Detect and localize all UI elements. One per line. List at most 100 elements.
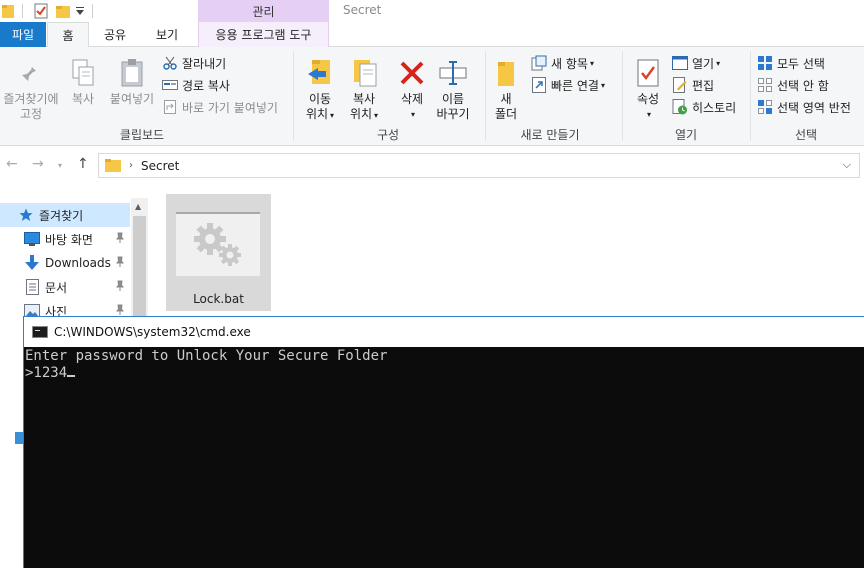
- navigation-bar: ← → ▾ ↑ › Secret ⌵: [0, 147, 864, 183]
- new-folder-quick-icon[interactable]: [56, 2, 70, 20]
- chevron-down-icon: ▾: [646, 110, 651, 119]
- paste-button[interactable]: 붙여넣기: [104, 57, 160, 107]
- delete-x-icon: [397, 57, 427, 89]
- move-to-button[interactable]: 이동 위치 ▾: [300, 57, 340, 123]
- move-to-label-line1: 이동: [308, 92, 332, 106]
- pin-label-line2: 고정: [19, 107, 43, 121]
- new-folder-label-line2: 폴더: [494, 107, 518, 121]
- breadcrumb-separator-icon: ›: [129, 160, 133, 171]
- console-line: Enter password to Unlock Your Secure Fol…: [25, 348, 388, 364]
- new-item-icon: [531, 55, 547, 71]
- new-item-button[interactable]: 새 항목 ▾: [531, 53, 594, 73]
- console-output[interactable]: Enter password to Unlock Your Secure Fol…: [24, 347, 864, 568]
- cmd-title-bar[interactable]: C:\WINDOWS\system32\cmd.exe: [24, 317, 864, 347]
- new-item-label: 새 항목: [551, 56, 588, 71]
- organize-group-label: 구성: [376, 128, 400, 142]
- group-divider: [750, 51, 751, 141]
- delete-button[interactable]: 삭제 ▾: [394, 57, 430, 122]
- new-group-label: 새로 만들기: [520, 128, 580, 142]
- pin-icon[interactable]: [114, 280, 126, 292]
- new-folder-icon: [491, 57, 521, 89]
- invert-selection-label: 선택 영역 반전: [777, 100, 851, 115]
- manage-context-header: 관리: [198, 0, 329, 22]
- clipboard-group-label: 클립보드: [119, 128, 165, 142]
- edit-label: 편집: [692, 78, 715, 93]
- copy-path-icon: [162, 77, 178, 93]
- pin-to-quick-access-button[interactable]: 즐겨찾기에 고정: [0, 57, 62, 122]
- select-group-label: 선택: [794, 128, 818, 142]
- text-cursor: [67, 375, 76, 377]
- invert-selection-icon: [757, 99, 773, 115]
- rename-button[interactable]: 이름 바꾸기: [433, 57, 473, 122]
- copy-to-button[interactable]: 복사 위치 ▾: [344, 57, 384, 123]
- scissors-icon: [162, 55, 178, 71]
- cut-label: 잘라내기: [182, 56, 227, 71]
- edit-button[interactable]: 편집: [672, 75, 714, 95]
- select-none-button[interactable]: 선택 안 함: [757, 75, 829, 95]
- new-folder-label-line1: 새: [500, 92, 512, 106]
- pin-icon[interactable]: [114, 232, 126, 244]
- paste-shortcut-icon: [162, 99, 178, 115]
- group-divider: [293, 51, 294, 141]
- file-name: Lock.bat: [193, 292, 244, 306]
- cmd-window-title: C:\WINDOWS\system32\cmd.exe: [54, 325, 251, 339]
- copy-path-button[interactable]: 경로 복사: [162, 75, 230, 95]
- tab-share[interactable]: 공유: [92, 22, 138, 47]
- chevron-down-icon: ▾: [410, 110, 415, 119]
- rename-label-line1: 이름: [441, 92, 465, 106]
- recent-locations-chevron-icon[interactable]: ▾: [58, 161, 62, 170]
- toolbar-divider: [22, 4, 23, 18]
- breadcrumb-secret[interactable]: Secret: [141, 159, 179, 173]
- new-folder-button[interactable]: 새 폴더: [489, 57, 523, 122]
- open-icon: [672, 55, 688, 71]
- file-item-lock-bat[interactable]: Lock.bat: [166, 194, 271, 311]
- properties-button[interactable]: 속성 ▾: [630, 57, 666, 122]
- easy-access-button[interactable]: 빠른 연결 ▾: [531, 75, 605, 95]
- download-arrow-icon: [24, 255, 40, 271]
- address-bar[interactable]: › Secret ⌵: [98, 153, 860, 178]
- command-prompt-window[interactable]: C:\WINDOWS\system32\cmd.exe Enter passwo…: [23, 316, 864, 568]
- scroll-up-arrow-icon[interactable]: ▲: [135, 202, 141, 211]
- rename-label-line2: 바꾸기: [436, 107, 470, 121]
- address-dropdown-chevron-icon[interactable]: ⌵: [843, 158, 851, 172]
- group-divider: [622, 51, 623, 141]
- select-none-label: 선택 안 함: [777, 78, 829, 93]
- up-arrow-icon[interactable]: ↑: [77, 156, 89, 172]
- forward-arrow-icon[interactable]: →: [32, 156, 44, 172]
- console-prompt: >1234: [25, 365, 68, 381]
- desktop-icon: [24, 231, 40, 247]
- history-button[interactable]: 히스토리: [672, 97, 736, 117]
- copy-path-label: 경로 복사: [182, 78, 230, 93]
- paste-shortcut-button[interactable]: 바로 가기 붙여넣기: [162, 97, 278, 117]
- paste-shortcut-label: 바로 가기 붙여넣기: [182, 100, 278, 115]
- move-to-label-line2: 위치: [305, 107, 329, 121]
- copy-button[interactable]: 복사: [64, 57, 102, 107]
- toolbar-divider: [92, 4, 93, 18]
- pin-label-line1: 즐겨찾기에: [3, 92, 59, 106]
- nav-item-label: Downloads: [45, 256, 111, 270]
- document-icon: [24, 279, 40, 295]
- pin-icon[interactable]: [114, 304, 126, 316]
- chevron-down-icon: ▾: [716, 58, 721, 68]
- back-arrow-icon[interactable]: ←: [6, 156, 18, 172]
- move-to-icon: [305, 57, 335, 89]
- tab-file[interactable]: 파일: [0, 22, 46, 47]
- tab-home[interactable]: 홈: [47, 22, 89, 48]
- easy-access-icon: [531, 77, 547, 93]
- open-button[interactable]: 열기 ▾: [672, 53, 720, 73]
- nav-item-desktop[interactable]: 바탕 화면: [0, 227, 130, 251]
- nav-item-quick-access[interactable]: 즐겨찾기: [0, 203, 130, 227]
- invert-selection-button[interactable]: 선택 영역 반전: [757, 97, 851, 117]
- cut-button[interactable]: 잘라내기: [162, 53, 226, 73]
- group-divider: [485, 51, 486, 141]
- tab-application-tools[interactable]: 응용 프로그램 도구: [198, 22, 329, 47]
- nav-item-documents[interactable]: 문서: [0, 275, 130, 299]
- console-icon: [32, 326, 48, 338]
- tab-view[interactable]: 보기: [146, 22, 188, 47]
- pin-icon[interactable]: [114, 256, 126, 268]
- properties-quick-icon[interactable]: [34, 2, 48, 20]
- nav-item-downloads[interactable]: Downloads: [0, 251, 130, 275]
- quick-access-dropdown-icon[interactable]: [76, 2, 84, 20]
- clipboard-icon: [117, 57, 147, 89]
- select-all-button[interactable]: 모두 선택: [757, 53, 825, 73]
